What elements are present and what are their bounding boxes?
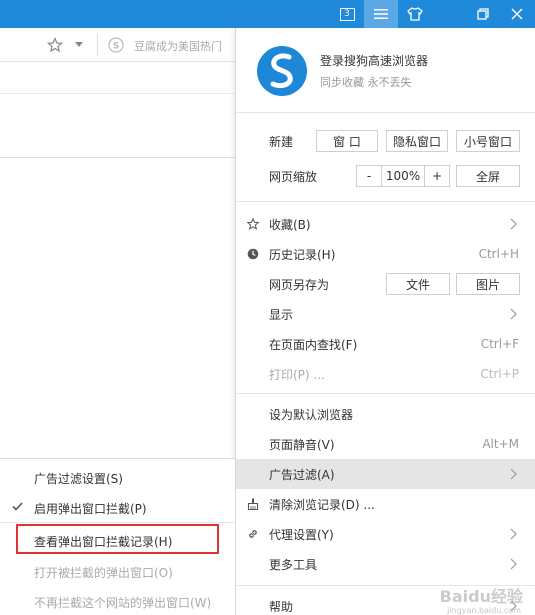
menu-item-more-tools[interactable]: 更多工具 bbox=[236, 549, 535, 579]
chevron-right-icon bbox=[510, 218, 517, 230]
menu-item-mute[interactable]: 页面静音(V) Alt+M bbox=[236, 429, 535, 459]
submenu-item-label: 不再拦截这个网站的弹出窗口(W) bbox=[34, 596, 212, 610]
new-private-window-button[interactable]: 隐私窗口 bbox=[386, 130, 448, 152]
menu-item-label: 打印(P) ... bbox=[269, 367, 325, 382]
submenu-item-enable-popup-block[interactable]: 启用弹出窗口拦截(P) bbox=[0, 492, 236, 522]
new-small-window-button[interactable]: 小号窗口 bbox=[456, 130, 520, 152]
save-file-button[interactable]: 文件 bbox=[386, 273, 450, 295]
menu-item-display[interactable]: 显示 bbox=[236, 299, 535, 329]
submenu-item-ad-settings[interactable]: 广告过滤设置(S) bbox=[0, 462, 236, 492]
address-bar: S 豆腐成为美国热门 bbox=[0, 28, 236, 62]
menu-item-label: 帮助 bbox=[269, 599, 294, 614]
restore-button[interactable] bbox=[466, 0, 500, 28]
submenu-item-label: 打开被拦截的弹出窗口(O) bbox=[34, 566, 173, 580]
menu-item-favorites[interactable]: 收藏(B) bbox=[236, 209, 535, 239]
submenu-item-label: 启用弹出窗口拦截(P) bbox=[34, 502, 147, 516]
adfilter-submenu: 广告过滤设置(S) 启用弹出窗口拦截(P) 查看弹出窗口拦截记录(H) 打开被拦… bbox=[0, 458, 236, 615]
menu-item-label: 网页另存为 bbox=[269, 277, 330, 292]
submenu-item-open-blocked[interactable]: 打开被拦截的弹出窗口(O) bbox=[0, 556, 236, 586]
separator bbox=[236, 201, 535, 202]
main-menu: 登录搜狗高速浏览器 同步收藏 永不丢失 新建 窗 口 隐私窗口 小号窗口 网页缩… bbox=[235, 28, 535, 615]
menu-icon bbox=[374, 9, 388, 19]
save-image-button[interactable]: 图片 bbox=[456, 273, 520, 295]
highlight-annotation bbox=[16, 524, 219, 554]
close-button[interactable] bbox=[500, 0, 534, 28]
title-bar: 3 bbox=[0, 0, 535, 28]
chevron-right-icon bbox=[510, 468, 517, 480]
submenu-item-label: 广告过滤设置(S) bbox=[34, 472, 123, 486]
menu-item-label: 广告过滤(A) bbox=[269, 467, 335, 482]
submenu-item-never-block[interactable]: 不再拦截这个网站的弹出窗口(W) bbox=[0, 586, 236, 615]
menu-item-label: 更多工具 bbox=[269, 557, 318, 572]
separator bbox=[236, 393, 535, 394]
zoom-level: 100% bbox=[381, 165, 425, 187]
fullscreen-button[interactable]: 全屏 bbox=[456, 165, 520, 187]
menu-item-label: 设为默认浏览器 bbox=[269, 407, 354, 422]
zoom-label: 网页缩放 bbox=[269, 169, 318, 184]
menu-item-history[interactable]: 历史记录(H) Ctrl+H bbox=[236, 239, 535, 269]
tab-count-icon: 3 bbox=[339, 7, 355, 21]
link-icon bbox=[249, 530, 257, 538]
separator bbox=[0, 522, 236, 523]
menu-item-label: 代理设置(Y) bbox=[269, 527, 334, 542]
bookmarks-bar bbox=[0, 62, 236, 94]
menu-item-label: 在页面内查找(F) bbox=[269, 337, 358, 352]
shortcut: Ctrl+H bbox=[478, 247, 519, 261]
skin-button[interactable] bbox=[398, 0, 432, 28]
menu-item-set-default[interactable]: 设为默认浏览器 bbox=[236, 399, 535, 429]
new-label: 新建 bbox=[269, 134, 294, 149]
sogou-logo-icon bbox=[257, 46, 307, 96]
close-icon bbox=[511, 8, 523, 20]
sogou-search-icon: S bbox=[108, 37, 124, 53]
clock-icon bbox=[247, 248, 259, 260]
shortcut: Alt+M bbox=[482, 437, 519, 451]
divider bbox=[97, 34, 98, 56]
search-input[interactable]: 豆腐成为美国热门 bbox=[134, 38, 234, 54]
menu-item-label: 页面静音(V) bbox=[269, 437, 335, 452]
star-icon[interactable] bbox=[47, 37, 63, 53]
skin-icon bbox=[407, 7, 423, 21]
chevron-right-icon bbox=[510, 528, 517, 540]
dropdown-arrow-icon[interactable] bbox=[75, 42, 83, 48]
checkmark-icon bbox=[12, 502, 23, 511]
menu-item-print[interactable]: 打印(P) ... Ctrl+P bbox=[236, 359, 535, 389]
new-window-button[interactable]: 窗 口 bbox=[316, 130, 378, 152]
shortcut: Ctrl+P bbox=[480, 367, 519, 381]
star-icon bbox=[247, 218, 259, 230]
shortcut: Ctrl+F bbox=[480, 337, 519, 351]
page-toolbar bbox=[0, 94, 236, 158]
menu-item-adfilter[interactable]: 广告过滤(A) bbox=[236, 459, 535, 489]
login-subtitle: 同步收藏 永不丢失 bbox=[320, 76, 412, 89]
login-title[interactable]: 登录搜狗高速浏览器 bbox=[320, 52, 428, 69]
watermark: Baidu经验 bbox=[439, 587, 523, 606]
zoom-out-button[interactable]: - bbox=[356, 165, 382, 187]
menu-item-label: 显示 bbox=[269, 307, 294, 322]
menu-item-label: 收藏(B) bbox=[269, 217, 311, 232]
menu-item-clear-history[interactable]: 清除浏览记录(D) ... bbox=[236, 489, 535, 519]
login-header[interactable]: 登录搜狗高速浏览器 同步收藏 永不丢失 bbox=[236, 28, 535, 113]
menu-item-label: 历史记录(H) bbox=[269, 247, 336, 262]
zoom-in-button[interactable]: + bbox=[424, 165, 450, 187]
chevron-right-icon bbox=[510, 558, 517, 570]
tab-count-button[interactable]: 3 bbox=[330, 0, 364, 28]
watermark-url: jingyan.baidu.com bbox=[447, 606, 521, 615]
chevron-right-icon bbox=[510, 308, 517, 320]
menu-item-proxy[interactable]: 代理设置(Y) bbox=[236, 519, 535, 549]
menu-item-label: 清除浏览记录(D) ... bbox=[269, 497, 375, 512]
svg-text:S: S bbox=[113, 42, 119, 52]
broom-icon bbox=[247, 498, 259, 510]
restore-icon bbox=[477, 8, 489, 20]
menu-button[interactable] bbox=[364, 0, 398, 28]
menu-item-find[interactable]: 在页面内查找(F) Ctrl+F bbox=[236, 329, 535, 359]
